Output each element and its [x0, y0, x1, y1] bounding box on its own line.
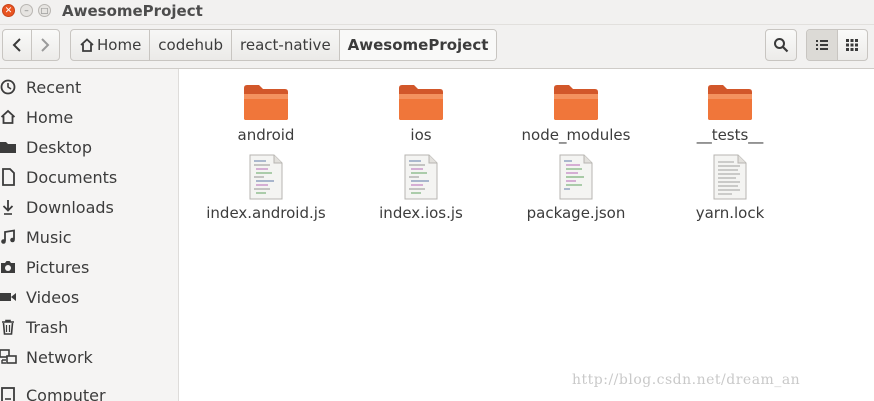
sidebar-item-label: Music: [26, 227, 72, 247]
sidebar-item-label: Computer: [26, 385, 106, 401]
sidebar-item-downloads[interactable]: Downloads: [0, 192, 178, 222]
breadcrumb-label: codehub: [158, 36, 224, 54]
video-icon: [0, 288, 17, 306]
sidebar-item-label: Recent: [26, 77, 82, 97]
file-item-ios[interactable]: ios: [346, 82, 496, 144]
sidebar-item-label: Videos: [26, 287, 80, 307]
network-icon: [0, 348, 17, 366]
search-icon: [774, 38, 789, 53]
file-item-package-json[interactable]: package.json: [501, 154, 651, 222]
download-icon: [0, 198, 17, 216]
sidebar-item-recent[interactable]: Recent: [0, 72, 178, 102]
view-toggle: [806, 29, 868, 61]
list-view-button[interactable]: [807, 30, 837, 60]
nav-buttons: [2, 29, 60, 61]
sidebar-item-desktop[interactable]: Desktop: [0, 132, 178, 162]
sidebar-item-label: Downloads: [26, 197, 114, 217]
chevron-left-icon: [12, 38, 21, 52]
folder-icon: [708, 85, 752, 120]
sidebar-item-network[interactable]: Network: [0, 342, 178, 372]
script-file-icon: [249, 154, 283, 200]
folder-icon: [399, 85, 443, 120]
maximize-window-button[interactable]: □: [38, 4, 51, 17]
sidebar-item-label: Trash: [26, 317, 69, 337]
list-icon: [815, 40, 828, 50]
sidebar-item-trash[interactable]: Trash: [0, 312, 178, 342]
sidebar-item-videos[interactable]: Videos: [0, 282, 178, 312]
camera-icon: [0, 258, 17, 276]
breadcrumb-home[interactable]: Home: [71, 30, 151, 60]
file-name: yarn.lock: [695, 204, 765, 222]
music-icon: [0, 228, 17, 246]
sidebar: Recent Home Desktop Documents Downloads …: [0, 69, 179, 401]
file-name: index.android.js: [206, 204, 326, 222]
file-view: android ios node_modules __tests__ index…: [179, 69, 874, 401]
breadcrumb-current[interactable]: AwesomeProject: [339, 30, 497, 60]
breadcrumb: Home codehub react-native AwesomeProject: [70, 29, 498, 61]
forward-button[interactable]: [30, 30, 60, 60]
sidebar-item-computer[interactable]: Computer: [0, 380, 178, 401]
file-item-index-ios-js[interactable]: index.ios.js: [346, 154, 496, 222]
breadcrumb-codehub[interactable]: codehub: [150, 30, 233, 60]
grid-view-button[interactable]: [836, 30, 868, 60]
file-item-yarn-lock[interactable]: yarn.lock: [655, 154, 805, 222]
folder-icon: [0, 138, 17, 156]
sidebar-item-documents[interactable]: Documents: [0, 162, 178, 192]
file-item-android[interactable]: android: [191, 82, 341, 144]
close-window-button[interactable]: ✕: [2, 4, 15, 17]
file-name: android: [237, 126, 295, 144]
window-title: AwesomeProject: [62, 2, 203, 20]
sidebar-item-label: Desktop: [26, 137, 92, 157]
sidebar-item-home[interactable]: Home: [0, 102, 178, 132]
sidebar-item-label: Documents: [26, 167, 118, 187]
file-name: index.ios.js: [379, 204, 463, 222]
trash-icon: [0, 318, 17, 336]
sidebar-item-label: Network: [26, 347, 93, 367]
computer-icon: [0, 386, 17, 401]
file-name: ios: [410, 126, 432, 144]
file-item-tests[interactable]: __tests__: [655, 82, 805, 144]
document-icon: [0, 168, 17, 186]
file-name: __tests__: [696, 126, 764, 144]
back-button[interactable]: [3, 30, 31, 60]
grid-icon: [846, 39, 859, 51]
breadcrumb-react-native[interactable]: react-native: [232, 30, 340, 60]
text-file-icon: [713, 154, 747, 200]
file-name: package.json: [526, 204, 626, 222]
breadcrumb-label: react-native: [240, 36, 331, 54]
breadcrumb-label: Home: [97, 36, 142, 54]
breadcrumb-label: AwesomeProject: [347, 36, 489, 54]
minimize-window-button[interactable]: –: [20, 4, 33, 17]
clock-icon: [0, 78, 17, 96]
file-item-node-modules[interactable]: node_modules: [501, 82, 651, 144]
file-item-index-android-js[interactable]: index.android.js: [191, 154, 341, 222]
folder-icon: [554, 85, 598, 120]
folder-icon: [244, 85, 288, 120]
home-icon: [79, 38, 95, 52]
home-icon: [0, 108, 17, 126]
sidebar-item-label: Home: [26, 107, 74, 127]
sidebar-item-pictures[interactable]: Pictures: [0, 252, 178, 282]
sidebar-item-music[interactable]: Music: [0, 222, 178, 252]
search-button[interactable]: [765, 29, 797, 61]
sidebar-item-label: Pictures: [26, 257, 90, 277]
toolbar: Home codehub react-native AwesomeProject: [0, 25, 874, 69]
chevron-right-icon: [41, 38, 50, 52]
script-file-icon: [559, 154, 593, 200]
file-name: node_modules: [521, 126, 631, 144]
title-bar: ✕ – □ AwesomeProject: [0, 0, 874, 25]
watermark-text: http://blog.csdn.net/dream_an: [572, 372, 801, 388]
script-file-icon: [404, 154, 438, 200]
